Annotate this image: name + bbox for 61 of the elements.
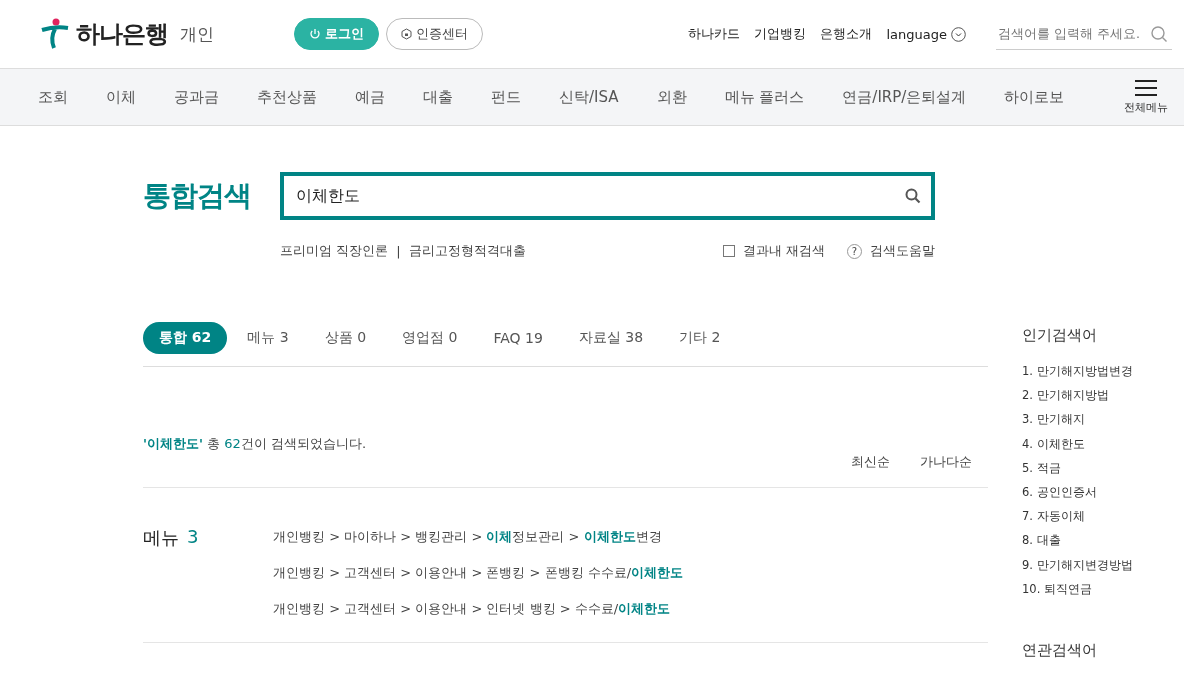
search-icon[interactable] xyxy=(905,188,921,204)
nav-item[interactable]: 연금/IRP/은퇴설계 xyxy=(842,87,967,107)
nav-item[interactable]: 이체 xyxy=(106,87,136,107)
power-icon xyxy=(309,28,321,40)
logo-icon xyxy=(40,18,70,50)
nav-item[interactable]: 메뉴 플러스 xyxy=(724,87,805,107)
popular-keyword[interactable]: 9. 만기해지변경방법 xyxy=(1022,552,1133,577)
popular-keyword[interactable]: 5. 적금 xyxy=(1022,455,1133,480)
result-summary: '이체한도' 총 62건이 검색되었습니다. xyxy=(143,435,368,453)
result-tab[interactable]: 영업점 0 xyxy=(386,322,474,354)
menu-result-link[interactable]: 개인뱅킹 > 고객센터 > 이용안내 > 폰뱅킹 > 폰뱅킹 수수료/이체한도 xyxy=(273,562,684,584)
top-link[interactable]: 기업뱅킹 xyxy=(754,25,807,43)
all-menu-button[interactable]: 전체메뉴 xyxy=(1124,79,1168,115)
popular-keyword[interactable]: 1. 만기해지방법변경 xyxy=(1022,359,1133,384)
separator: | xyxy=(396,243,401,259)
suggested-keyword[interactable]: 프리미엄 직장인론 xyxy=(280,242,389,260)
result-tab[interactable]: 통합 62 xyxy=(143,322,228,354)
result-tab[interactable]: 상품 0 xyxy=(308,322,383,354)
nav-item[interactable]: 대출 xyxy=(423,87,453,107)
logo-text[interactable]: 하나은행 xyxy=(76,18,168,50)
search-title: 통합검색 xyxy=(143,178,252,214)
result-tab[interactable]: 자료실 38 xyxy=(562,322,660,354)
section-title: 메뉴 xyxy=(143,526,179,550)
popular-keyword[interactable]: 4. 이체한도 xyxy=(1022,431,1133,456)
checkbox[interactable] xyxy=(722,245,735,257)
nav-item[interactable]: 추천상품 xyxy=(257,87,317,107)
related-title: 연관검색어 xyxy=(1022,641,1098,661)
nav-item[interactable]: 펀드 xyxy=(491,87,521,107)
popular-keyword[interactable]: 3. 만기해지 xyxy=(1022,407,1133,432)
result-tab[interactable]: 기타 2 xyxy=(663,322,737,354)
popular-keyword[interactable]: 10. 퇴직연금 xyxy=(1022,576,1133,602)
section-count: 3 xyxy=(187,526,199,549)
checkbox-label[interactable]: 결과내 재검색 xyxy=(742,242,825,260)
menu-icon xyxy=(1135,79,1157,96)
menu-result-link[interactable]: 개인뱅킹 > 마이하나 > 뱅킹관리 > 이체정보관리 > 이체한도변경 xyxy=(273,526,684,548)
nav-item[interactable]: 하이로보 xyxy=(1004,87,1065,107)
help-link[interactable]: 검색도움말 xyxy=(870,242,935,260)
language-link[interactable]: language xyxy=(886,26,947,42)
nav-item[interactable]: 예금 xyxy=(355,87,385,107)
sort-link[interactable]: 가나다순 xyxy=(920,453,972,471)
cert-center-button[interactable]: 인증센터 xyxy=(386,18,483,50)
nav-item[interactable]: 공과금 xyxy=(174,87,219,107)
section-label: 개인 xyxy=(180,22,214,46)
popular-keyword[interactable]: 8. 대출 xyxy=(1022,528,1133,553)
menu-result-link[interactable]: 개인뱅킹 > 고객센터 > 이용안내 > 인터넷 뱅킹 > 수수료/이체한도 xyxy=(273,598,684,620)
suggested-keyword[interactable]: 금리고정형적격대출 xyxy=(408,242,526,260)
popular-title: 인기검색어 xyxy=(1022,326,1098,345)
shield-lock-icon xyxy=(401,28,412,40)
nav-item[interactable]: 외환 xyxy=(656,87,687,107)
nav-item[interactable]: 조회 xyxy=(38,87,68,107)
result-tab[interactable]: 메뉴 3 xyxy=(231,322,305,354)
search-field[interactable]: 이체한도 xyxy=(280,172,935,220)
popular-keyword[interactable]: 6. 공인인증서 xyxy=(1022,480,1133,505)
nav-item[interactable]: 신탁/ISA xyxy=(559,87,619,107)
top-link[interactable]: 은행소개 xyxy=(820,25,873,43)
popular-keyword[interactable]: 2. 만기해지방법 xyxy=(1022,383,1133,408)
top-link[interactable]: 하나카드 xyxy=(688,25,741,43)
popular-keyword[interactable]: 7. 자동이체 xyxy=(1022,504,1133,529)
sort-link[interactable]: 최신순 xyxy=(851,453,890,471)
chevron-down-icon[interactable] xyxy=(951,26,966,42)
result-tab[interactable]: FAQ 19 xyxy=(477,322,559,354)
